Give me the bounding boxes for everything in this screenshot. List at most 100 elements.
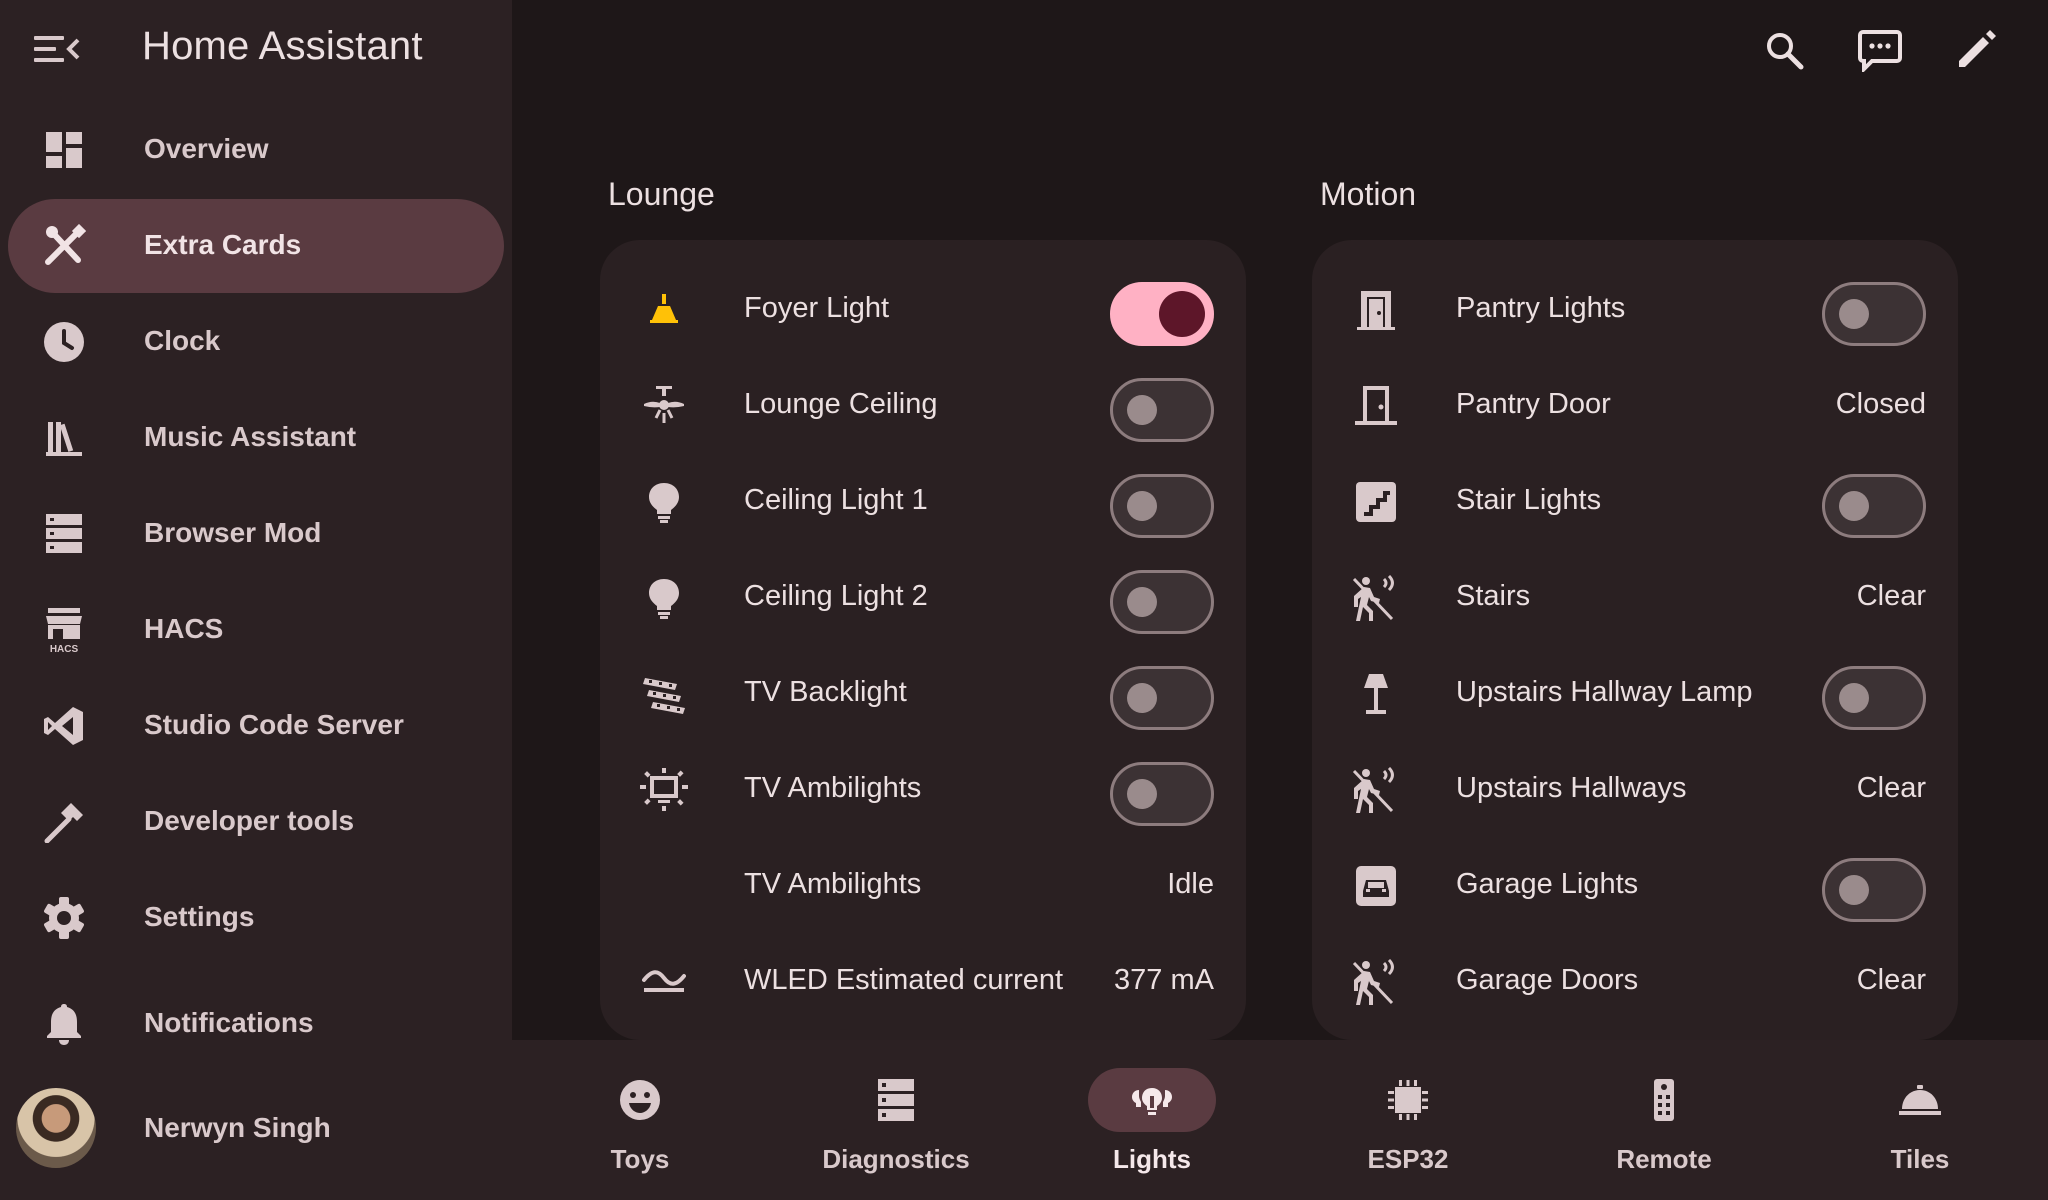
entity-name: Pantry Lights — [1456, 292, 1626, 324]
lightbulb-group-icon — [1088, 1068, 1216, 1132]
nav-tab-toys[interactable]: Toys — [512, 1040, 768, 1200]
motion-sensor-icon — [1352, 766, 1400, 814]
sidebar-item-settings[interactable]: Settings — [8, 871, 504, 965]
toggle-knob — [1127, 587, 1157, 617]
entity-row[interactable]: TV Ambilights Idle — [600, 838, 1246, 934]
sidebar-header: Home Assistant — [0, 0, 512, 96]
entity-row[interactable]: Garage Doors Clear — [1312, 934, 1958, 1030]
foyer-light-toggle[interactable] — [1110, 282, 1214, 346]
sidebar-item-label: Extra Cards — [144, 229, 302, 260]
entity-row: Upstairs Hallway Lamp — [1312, 646, 1958, 742]
sidebar-item-label: Developer tools — [144, 805, 355, 836]
sidebar-item-hacs[interactable]: HACS HACS — [8, 583, 504, 677]
entity-name: WLED Estimated current — [744, 964, 1064, 996]
door-light-icon — [1352, 286, 1400, 334]
sidebar-item-notifications[interactable]: Notifications — [8, 977, 504, 1071]
nav-tab-label: Tiles — [1890, 1144, 1950, 1174]
entity-name: Garage Lights — [1456, 868, 1639, 900]
entity-row: Foyer Light — [600, 262, 1246, 358]
tools-icon — [32, 219, 96, 273]
entity-row[interactable]: Upstairs Hallways Clear — [1312, 742, 1958, 838]
remote-icon — [1600, 1068, 1728, 1132]
sidebar-item-extra-cards[interactable]: Extra Cards — [8, 199, 504, 293]
clock-icon — [32, 315, 96, 369]
bell-icon — [32, 997, 96, 1051]
sidebar-item-overview[interactable]: Overview — [8, 103, 504, 197]
nav-tab-label: Diagnostics — [822, 1144, 970, 1174]
ceiling-light-2-toggle[interactable] — [1110, 570, 1214, 634]
entity-row: Lounge Ceiling — [600, 358, 1246, 454]
entity-name: Garage Doors — [1456, 964, 1639, 996]
nav-tab-diagnostics[interactable]: Diagnostics — [768, 1040, 1024, 1200]
sidebar-item-studio-code-server[interactable]: Studio Code Server — [8, 679, 504, 773]
search-icon[interactable] — [1758, 24, 1810, 76]
entity-state: Idle — [1167, 868, 1214, 900]
entity-row: TV Backlight — [600, 646, 1246, 742]
menu-collapse-icon[interactable] — [30, 30, 82, 68]
sidebar-item-music-assistant[interactable]: Music Assistant — [8, 391, 504, 485]
tv-ambilights-toggle[interactable] — [1110, 762, 1214, 826]
ceiling-light-1-toggle[interactable] — [1110, 474, 1214, 538]
nav-tab-tiles[interactable]: Tiles — [1792, 1040, 2048, 1200]
television-ambient-light-icon — [640, 766, 688, 814]
sidebar-item-browser-mod[interactable]: Browser Mod — [8, 487, 504, 581]
room-service-icon — [1856, 1068, 1984, 1132]
sidebar-item-label: Studio Code Server — [144, 709, 404, 740]
toggle-knob — [1127, 683, 1157, 713]
entity-row: Ceiling Light 2 — [600, 550, 1246, 646]
nav-tab-label: Lights — [1113, 1144, 1191, 1174]
garage-car-icon — [1352, 862, 1400, 910]
nav-tab-label: Remote — [1616, 1144, 1712, 1174]
stair-lights-toggle[interactable] — [1822, 474, 1926, 538]
svg-text:HACS: HACS — [50, 644, 79, 654]
entity-name: Upstairs Hallway Lamp — [1456, 676, 1753, 708]
avatar — [16, 1088, 96, 1168]
app-title: Home Assistant — [142, 24, 423, 68]
motion-sensor-icon — [1352, 574, 1400, 622]
nav-tab-lights[interactable]: Lights — [1024, 1040, 1280, 1200]
nav-tab-esp32[interactable]: ESP32 — [1280, 1040, 1536, 1200]
nav-tab-label: Toys — [610, 1144, 670, 1174]
upstairs-hallway-lamp-toggle[interactable] — [1822, 666, 1926, 730]
toggle-knob — [1127, 779, 1157, 809]
assist-chat-icon[interactable] — [1854, 24, 1906, 76]
nav-tab-remote[interactable]: Remote — [1536, 1040, 1792, 1200]
tv-backlight-toggle[interactable] — [1110, 666, 1214, 730]
music-library-icon — [32, 411, 96, 465]
entity-row[interactable]: Stairs Clear — [1312, 550, 1958, 646]
sidebar-item-label: Settings — [144, 901, 255, 932]
sidebar-item-label: Browser Mod — [144, 517, 322, 548]
garage-lights-toggle[interactable] — [1822, 858, 1926, 922]
lounge-ceiling-toggle[interactable] — [1110, 378, 1214, 442]
toggle-knob — [1839, 875, 1869, 905]
entity-name: Upstairs Hallways — [1456, 772, 1687, 804]
user-profile[interactable]: Nerwyn Singh — [8, 1080, 504, 1176]
pantry-lights-toggle[interactable] — [1822, 282, 1926, 346]
hammer-icon — [32, 795, 96, 849]
nav-tab-label: ESP32 — [1367, 1144, 1449, 1174]
gear-icon — [32, 891, 96, 945]
toggle-knob — [1839, 491, 1869, 521]
sidebar-item-label: Notifications — [144, 1007, 314, 1038]
entity-name: Ceiling Light 2 — [744, 580, 928, 612]
sidebar-item-developer-tools[interactable]: Developer tools — [8, 775, 504, 869]
sidebar-item-clock[interactable]: Clock — [8, 295, 504, 389]
entity-name: Foyer Light — [744, 292, 890, 324]
stairs-icon — [1352, 478, 1400, 526]
ceiling-fan-light-icon — [640, 382, 688, 430]
ceiling-light-icon — [640, 286, 688, 334]
sidebar-item-label: Music Assistant — [144, 421, 357, 452]
edit-pencil-icon[interactable] — [1950, 24, 2002, 76]
dashboard-icon — [32, 123, 96, 177]
toggle-knob — [1127, 395, 1157, 425]
motion-card: Pantry Lights Pantry Door Closed Stair L… — [1312, 240, 1958, 1040]
entity-row[interactable]: Pantry Door Closed — [1312, 358, 1958, 454]
entity-row[interactable]: WLED Estimated current 377 mA — [600, 934, 1246, 1030]
vscode-icon — [32, 699, 96, 753]
entity-name: Ceiling Light 1 — [744, 484, 928, 516]
entity-row: TV Ambilights — [600, 742, 1246, 838]
entity-row: Garage Lights — [1312, 838, 1958, 934]
current-ac-icon — [640, 958, 688, 1006]
server-icon — [832, 1068, 960, 1132]
lightbulb-icon — [640, 574, 688, 622]
